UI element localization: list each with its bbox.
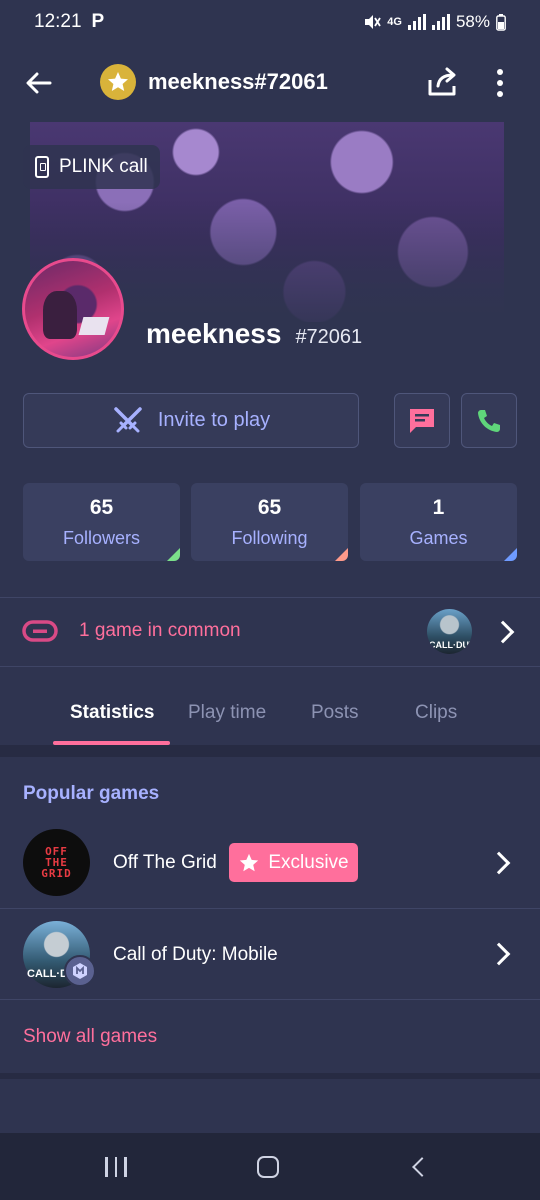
recents-icon (114, 1157, 117, 1177)
invite-to-play-button[interactable]: Invite to play (23, 393, 359, 448)
invite-label: Invite to play (157, 409, 271, 431)
back-button[interactable] (22, 66, 56, 100)
common-game-avatar: CALL·DUTY (427, 609, 472, 654)
plink-call-label: PLINK call (59, 156, 148, 177)
system-nav-bar (0, 1133, 540, 1200)
status-time: 12:21 (34, 11, 82, 32)
stat-corner-accent (167, 548, 180, 561)
recents-button[interactable] (105, 1157, 127, 1177)
share-button[interactable] (426, 66, 462, 100)
exclusive-label: Exclusive (268, 851, 349, 873)
tab-clips[interactable]: Clips (415, 702, 457, 724)
mute-vibrate-icon (365, 15, 382, 29)
stat-corner-accent (504, 548, 517, 561)
username-row: meekness #72061 (146, 318, 362, 350)
network-type: 4G (387, 16, 402, 28)
user-tag: #72061 (295, 326, 363, 348)
arrow-left-icon (26, 72, 52, 94)
stat-value: 65 (89, 495, 114, 519)
card-shadow (0, 1073, 540, 1079)
call-of-duty-logo-text: CALL·D (27, 968, 68, 980)
dot-icon (497, 80, 503, 86)
signal-icon (407, 14, 426, 30)
share-icon (428, 67, 456, 96)
games-in-common-text: 1 game in common (79, 620, 241, 641)
stat-label: Games (409, 527, 468, 548)
off-the-grid-logo: OFF THE GRID (23, 829, 90, 896)
recents-icon (124, 1157, 127, 1177)
status-left: 12:21 P (34, 11, 104, 33)
premium-badge-icon (100, 64, 136, 100)
stat-value: 65 (257, 495, 282, 519)
controller-link-icon (22, 620, 58, 642)
page-title: meekness#72061 (148, 69, 328, 94)
profile-tabs: Statistics Play time Posts Clips (0, 682, 540, 746)
signal-icon-2 (431, 14, 450, 30)
app-indicator-icon: P (91, 11, 105, 32)
game-name: Call of Duty: Mobile (113, 944, 278, 965)
avatar-figure (43, 291, 77, 339)
tab-posts[interactable]: Posts (311, 702, 359, 724)
system-back-button[interactable] (412, 1157, 432, 1177)
common-game-avatar-text: CALL·DUTY (429, 640, 472, 650)
dot-icon (497, 69, 503, 75)
status-bar: 12:21 P 4G 58% (0, 0, 540, 44)
avatar-laptop (78, 317, 110, 335)
divider (0, 666, 540, 667)
tab-play-time[interactable]: Play time (188, 702, 266, 724)
stat-label: Followers (62, 527, 141, 548)
battery-percent: 58% (455, 12, 490, 31)
battery-icon (496, 13, 506, 31)
exclusive-badge: Exclusive (229, 843, 358, 882)
home-button[interactable] (257, 1156, 279, 1178)
tab-statistics[interactable]: Statistics (70, 702, 154, 724)
recents-icon (105, 1157, 108, 1177)
chat-icon (410, 408, 434, 433)
plink-call-chip[interactable]: PLINK call (23, 145, 160, 189)
divider (0, 999, 540, 1000)
app-bar: meekness#72061 (0, 44, 540, 122)
star-icon (240, 853, 259, 871)
more-options-button[interactable] (486, 66, 514, 100)
tabs-shadow (0, 745, 540, 757)
stat-following[interactable]: 65 Following (191, 483, 348, 561)
dot-icon (497, 91, 503, 97)
off-the-grid-logo-text: OFF THE GRID (41, 845, 72, 880)
avatar[interactable] (22, 258, 124, 360)
crossed-swords-icon (114, 406, 142, 432)
username: meekness (146, 318, 282, 349)
message-button[interactable] (394, 393, 450, 448)
phone-icon (35, 156, 49, 178)
stat-label: Following (231, 527, 308, 548)
stat-games[interactable]: 1 Games (360, 483, 517, 561)
stat-corner-accent (335, 548, 348, 561)
show-all-games-link[interactable]: Show all games (23, 1026, 157, 1048)
title-wrap: meekness#72061 (100, 64, 328, 100)
call-button[interactable] (461, 393, 517, 448)
phone-call-icon (478, 409, 500, 432)
game-name: Off The Grid (113, 852, 217, 873)
stat-value: 1 (432, 495, 445, 519)
popular-games-title: Popular games (23, 783, 160, 804)
stat-followers[interactable]: 65 Followers (23, 483, 180, 561)
platform-badge-icon (64, 955, 96, 987)
status-right: 4G 58% (363, 12, 506, 32)
